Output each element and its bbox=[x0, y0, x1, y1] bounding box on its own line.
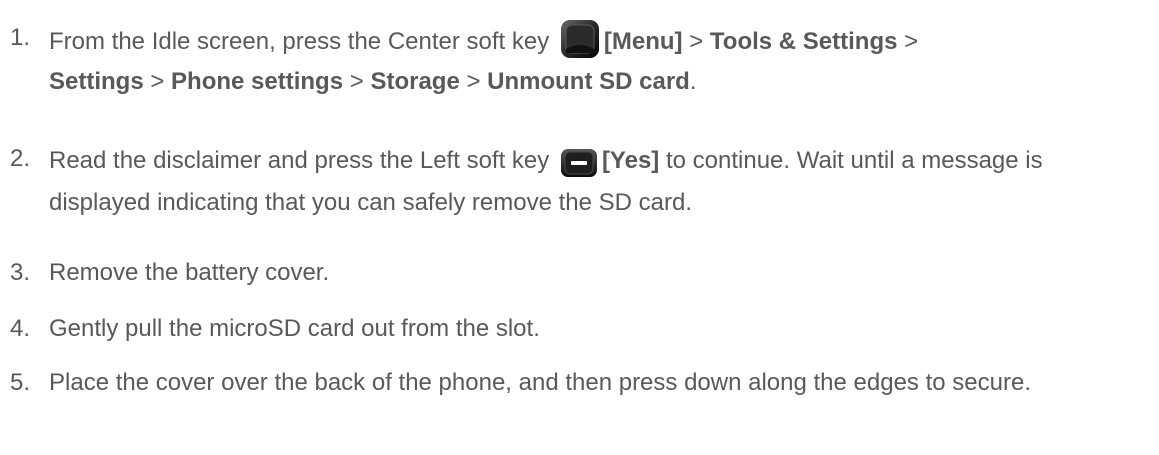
separator: > bbox=[459, 68, 488, 95]
unmount-sd-label: Unmount SD card bbox=[487, 68, 690, 95]
step-text: Gently pull the microSD card out from th… bbox=[49, 315, 540, 342]
phone-settings-label: Phone settings bbox=[171, 68, 344, 95]
separator: > bbox=[343, 68, 371, 95]
step-text: Remove the battery cover. bbox=[49, 259, 330, 286]
step-number: 2. bbox=[10, 145, 31, 172]
step-number: 5. bbox=[10, 369, 31, 396]
separator: > bbox=[682, 28, 710, 55]
step-text-part: From the Idle screen, press the Center s… bbox=[49, 28, 556, 55]
step-number: 4. bbox=[10, 315, 31, 342]
settings-label: Settings bbox=[49, 68, 144, 95]
separator: > bbox=[897, 28, 919, 55]
step-text-part: . bbox=[689, 68, 697, 95]
storage-label: Storage bbox=[370, 68, 460, 95]
step-text-part: Read the disclaimer and press the Left s… bbox=[49, 147, 556, 174]
step-text: Read the disclaimer and press the Left s… bbox=[49, 140, 1139, 224]
step-text: Place the cover over the back of the pho… bbox=[49, 369, 1031, 396]
yes-label: [Yes] bbox=[601, 147, 660, 174]
step-number: 3. bbox=[10, 259, 31, 286]
step-number: 1. bbox=[10, 24, 31, 51]
tools-settings-label: Tools & Settings bbox=[709, 28, 898, 55]
menu-label: [Menu] bbox=[603, 28, 683, 55]
separator: > bbox=[143, 68, 172, 95]
step-text: From the Idle screen, press the Center s… bbox=[49, 19, 1139, 102]
left-soft-key-icon bbox=[560, 148, 598, 178]
center-soft-key-icon bbox=[560, 19, 600, 59]
